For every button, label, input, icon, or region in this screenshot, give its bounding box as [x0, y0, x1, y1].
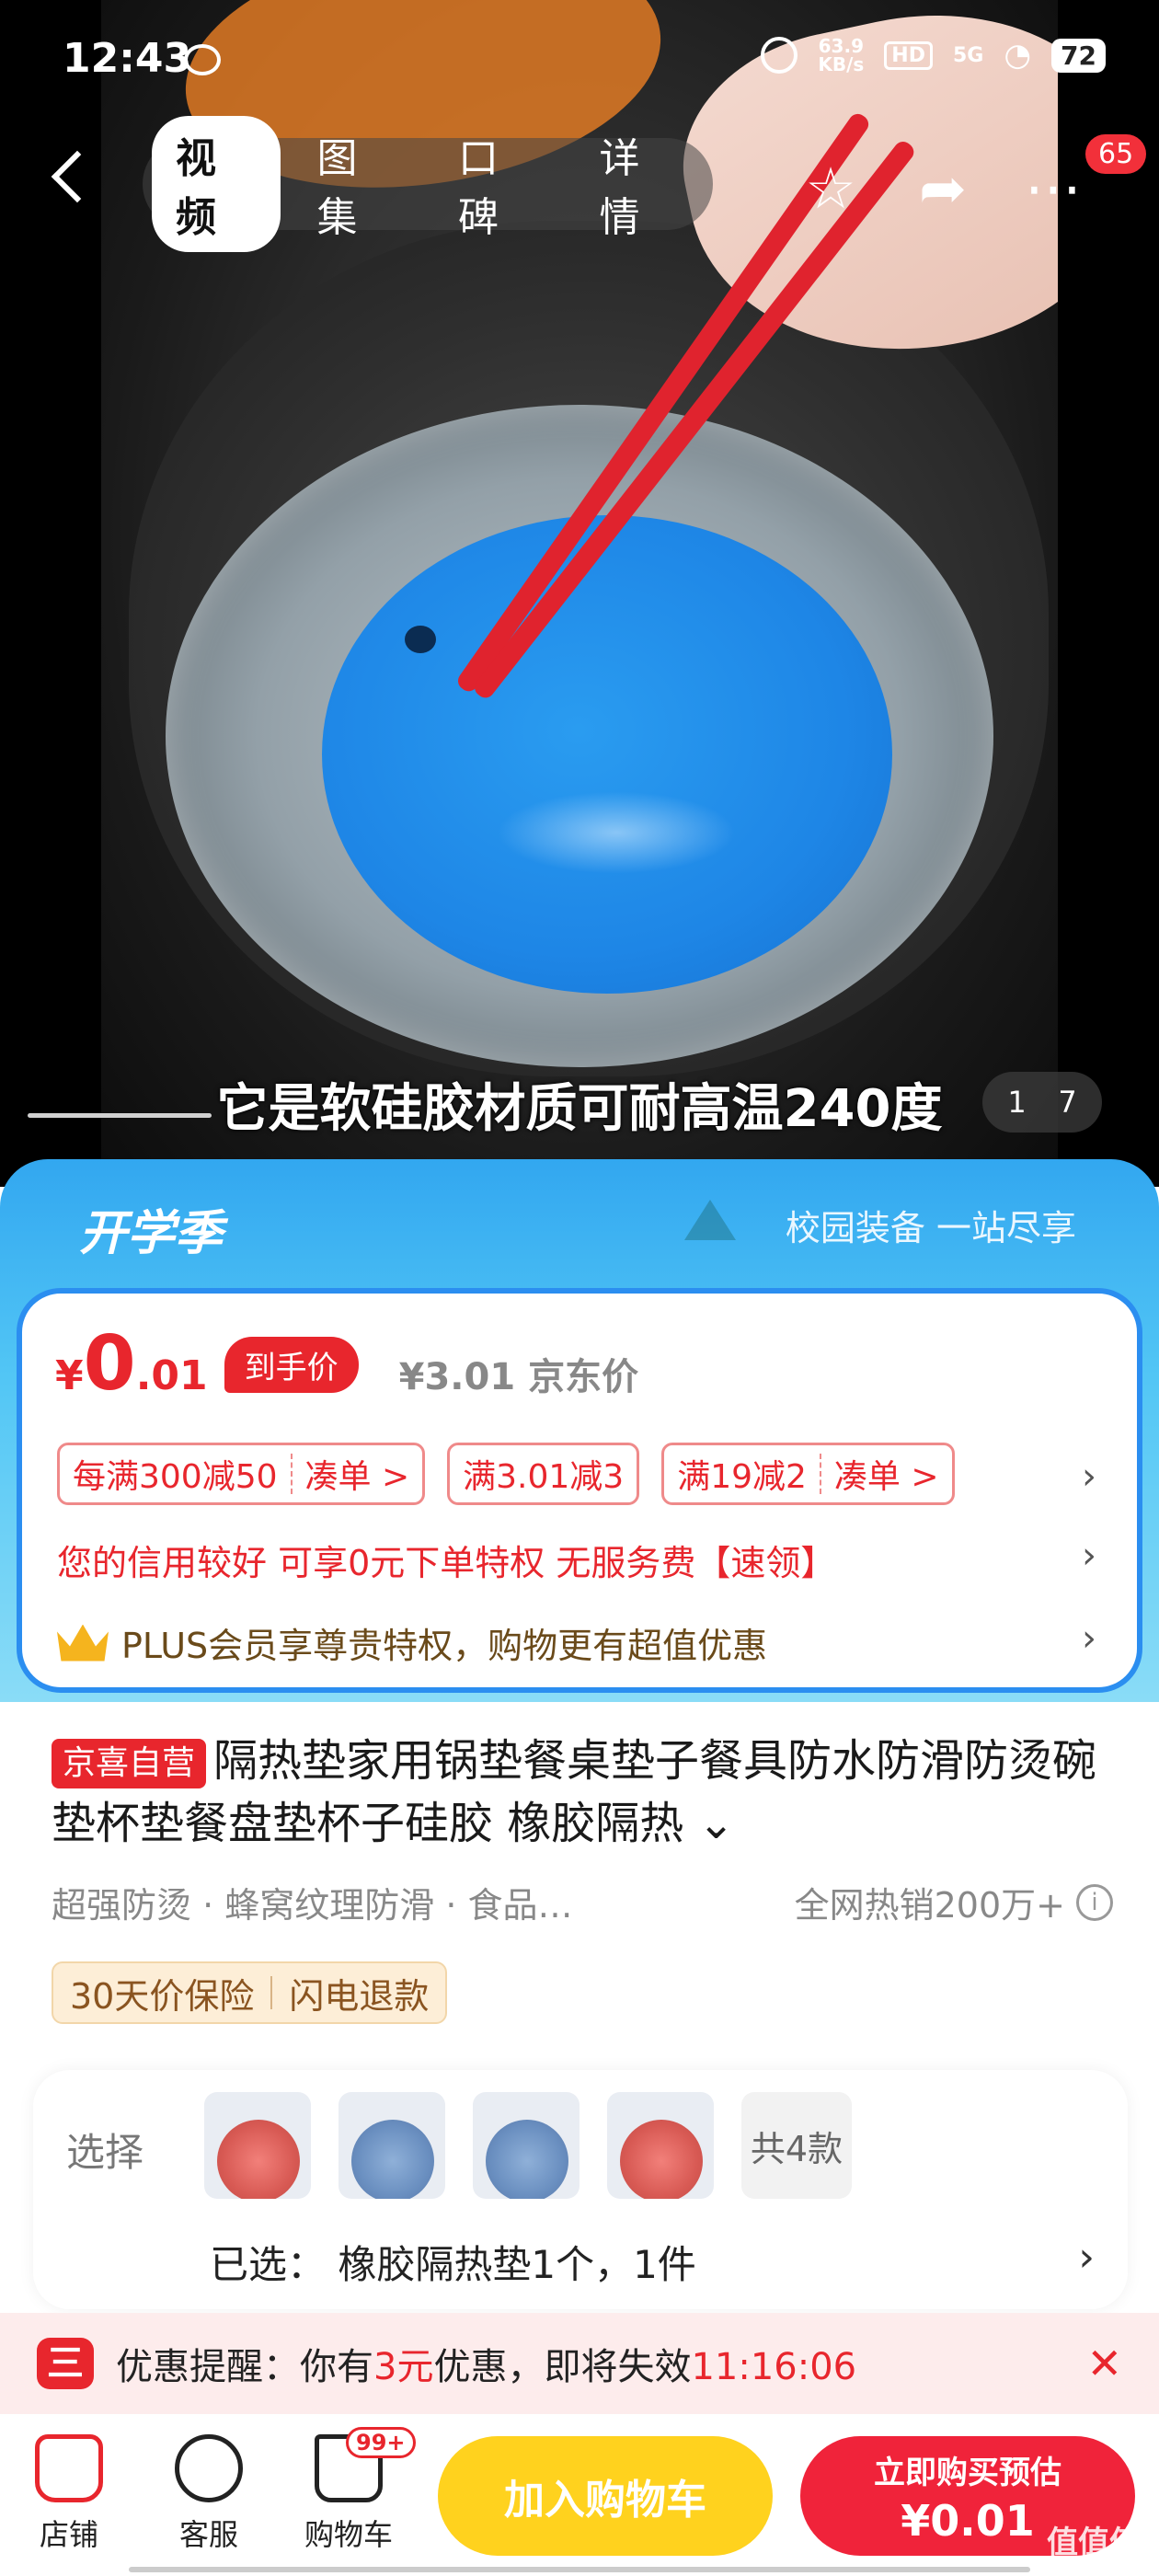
service-label: 客服: [178, 2517, 238, 2552]
coupon-list: 每满300减50 凑单 > 满3.01减3 满19减2 凑单 >: [57, 1443, 955, 1505]
battery-icon: 72: [1051, 38, 1106, 73]
store-label: 店铺: [39, 2517, 98, 2552]
more-icon[interactable]: ⋯: [1021, 156, 1085, 221]
status-time: 12:43: [63, 35, 192, 82]
coupon-action[interactable]: 凑单 >: [293, 1450, 423, 1498]
counter-current: 1: [1007, 1085, 1027, 1120]
video-progress[interactable]: [28, 1113, 212, 1118]
variant-thumbnails: 共4款: [204, 2092, 852, 2199]
coupon-item[interactable]: 满3.01减3: [447, 1443, 640, 1505]
credit-arrow-icon[interactable]: ›: [1082, 1535, 1096, 1577]
select-label: 选择: [66, 2130, 144, 2175]
buy-now-label: 立即购买预估: [874, 2455, 1061, 2491]
variant-thumbnail[interactable]: [204, 2092, 311, 2199]
store-button[interactable]: 店铺: [18, 2434, 120, 2554]
wifi-icon: ◔: [1004, 37, 1032, 74]
chevron-right-icon[interactable]: ›: [1078, 2234, 1095, 2281]
service-guarantees[interactable]: 30天价保险 闪电退款: [52, 1961, 448, 2024]
price-decimal: .01: [135, 1352, 208, 1399]
variant-selector[interactable]: 选择 共4款 已选： 橡胶隔热垫1个，1件 ›: [33, 2070, 1128, 2309]
variant-thumbnail[interactable]: [339, 2092, 445, 2199]
watermark-logo: 值值值: [1047, 2524, 1141, 2561]
tab-gallery[interactable]: 图集: [293, 116, 422, 252]
guarantee-price-protect: 30天价保险: [70, 1975, 255, 2017]
sales-count: 全网热销200万+: [794, 1885, 1065, 1926]
promo-triangle-icon: [684, 1200, 736, 1240]
reminder-prefix: 优惠提醒：你有: [116, 2346, 373, 2388]
coupon-item[interactable]: 每满300减50 凑单 >: [57, 1443, 426, 1505]
info-icon[interactable]: i: [1076, 1883, 1113, 1921]
silicone-pad-image: [322, 515, 892, 994]
net-speed-unit: KB/s: [818, 53, 865, 75]
net-speed: 63.9 KB/s: [818, 37, 864, 74]
tab-details[interactable]: 详情: [576, 116, 705, 252]
reminder-text: 优惠提醒：你有3元优惠，即将失效11:16:06: [116, 2337, 856, 2390]
price-card: ¥ 0 .01 到手价 ¥3.01 京东价 每满300减50 凑单 > 满3.0…: [17, 1288, 1142, 1693]
tab-reviews[interactable]: 口碑: [434, 116, 563, 252]
media-counter: 1 7: [982, 1072, 1102, 1133]
coupon-action[interactable]: 凑单 >: [821, 1450, 952, 1498]
system-indicators: 63.9 KB/s HD 5G ◔ 72: [761, 37, 1106, 74]
signal-5g-icon: 5G: [952, 43, 984, 67]
product-title[interactable]: 京喜自营 隔热垫家用锅垫餐桌垫子餐具防水防滑防烫碗垫杯垫餐盘垫杯子硅胶 橡胶隔热 …: [52, 1730, 1119, 1855]
reminder-amount: 3元: [373, 2346, 434, 2388]
cart-count-badge: 99+: [346, 2427, 416, 2458]
price-integer: 0: [83, 1320, 136, 1408]
net-speed-value: 63.9: [818, 35, 864, 57]
alarm-icon: [761, 37, 798, 74]
tab-video[interactable]: 视频: [152, 116, 281, 252]
plus-text: PLUS会员享尊贵特权，购物更有超值优惠: [121, 1626, 768, 1666]
pad-hole: [405, 626, 436, 653]
variant-thumbnail[interactable]: [607, 2092, 714, 2199]
variant-thumbnail[interactable]: [473, 2092, 580, 2199]
variant-count[interactable]: 共4款: [741, 2092, 852, 2199]
promo-title: 开学季: [79, 1206, 224, 1261]
price-row: ¥ 0 .01 到手价 ¥3.01 京东价: [55, 1327, 638, 1402]
plus-membership-row[interactable]: PLUS会员享尊贵特权，购物更有超值优惠: [57, 1617, 767, 1668]
self-operated-badge: 京喜自营: [52, 1739, 207, 1788]
plus-arrow-icon[interactable]: ›: [1082, 1617, 1096, 1660]
cart-label: 购物车: [304, 2517, 393, 2552]
feature-tags[interactable]: 超强防烫 · 蜂窝纹理防滑 · 食品…: [52, 1877, 572, 1927]
top-navigation: 视频 图集 口碑 详情 ☆ ➦ ⋯: [0, 116, 1159, 252]
hd-icon: HD: [884, 40, 933, 70]
message-count-badge: 65: [1085, 134, 1147, 174]
selected-variant: 已选： 橡胶隔热垫1个，1件: [210, 2242, 696, 2287]
coupon-text: 每满300减50: [73, 1458, 278, 1496]
cart-button[interactable]: 99+ 购物车: [298, 2427, 416, 2554]
coupon-icon: 三: [37, 2338, 94, 2389]
reminder-middle: 优惠，即将失效: [433, 2346, 692, 2388]
media-tabs: 视频 图集 口碑 详情: [143, 116, 713, 252]
bottom-action-bar: 店铺 客服 99+ 购物车 加入购物车 立即购买预估 ¥0.01: [0, 2414, 1159, 2576]
coupon-item[interactable]: 满19减2 凑单 >: [661, 1443, 955, 1505]
crown-icon: [57, 1624, 109, 1662]
coupon-arrow-icon[interactable]: ›: [1082, 1455, 1096, 1498]
store-icon: [35, 2434, 103, 2502]
service-icon: [175, 2434, 243, 2502]
reminder-countdown: 11:16:06: [691, 2346, 857, 2388]
home-indicator[interactable]: [129, 2567, 1030, 2572]
coupon-reminder-bar[interactable]: 三 优惠提醒：你有3元优惠，即将失效11:16:06 ✕: [0, 2313, 1159, 2414]
star-icon[interactable]: ☆: [798, 156, 863, 221]
price-currency: ¥: [55, 1352, 84, 1399]
close-icon[interactable]: ✕: [1086, 2339, 1122, 2388]
final-price-tag: 到手价: [224, 1336, 359, 1393]
coupon-text: 满3.01减3: [463, 1458, 625, 1496]
share-icon[interactable]: ➦: [911, 156, 975, 221]
add-to-cart-button[interactable]: 加入购物车: [438, 2436, 773, 2556]
guarantee-fast-refund: 闪电退款: [289, 1975, 430, 2017]
customer-service-button[interactable]: 客服: [158, 2434, 259, 2554]
counter-total: 7: [1058, 1085, 1077, 1120]
coupon-text: 满19减2: [677, 1458, 807, 1496]
wechat-icon: [184, 44, 221, 75]
promo-slogan: 校园装备 一站尽享: [785, 1208, 1076, 1248]
credit-privilege[interactable]: 您的信用较好 可享0元下单特权 无服务费【速领】: [57, 1535, 835, 1585]
sales-info[interactable]: 全网热销200万+ i: [795, 1877, 1113, 1927]
product-title-text: 隔热垫家用锅垫餐桌垫子餐具防水防滑防烫碗垫杯垫餐盘垫杯子硅胶 橡胶隔热 ⌄: [52, 1735, 1097, 1849]
water-shine: [497, 791, 736, 874]
back-icon[interactable]: [51, 150, 104, 203]
jd-price: ¥3.01 京东价: [398, 1356, 639, 1398]
status-bar: 12:43 63.9 KB/s HD 5G ◔ 72: [0, 0, 1159, 120]
